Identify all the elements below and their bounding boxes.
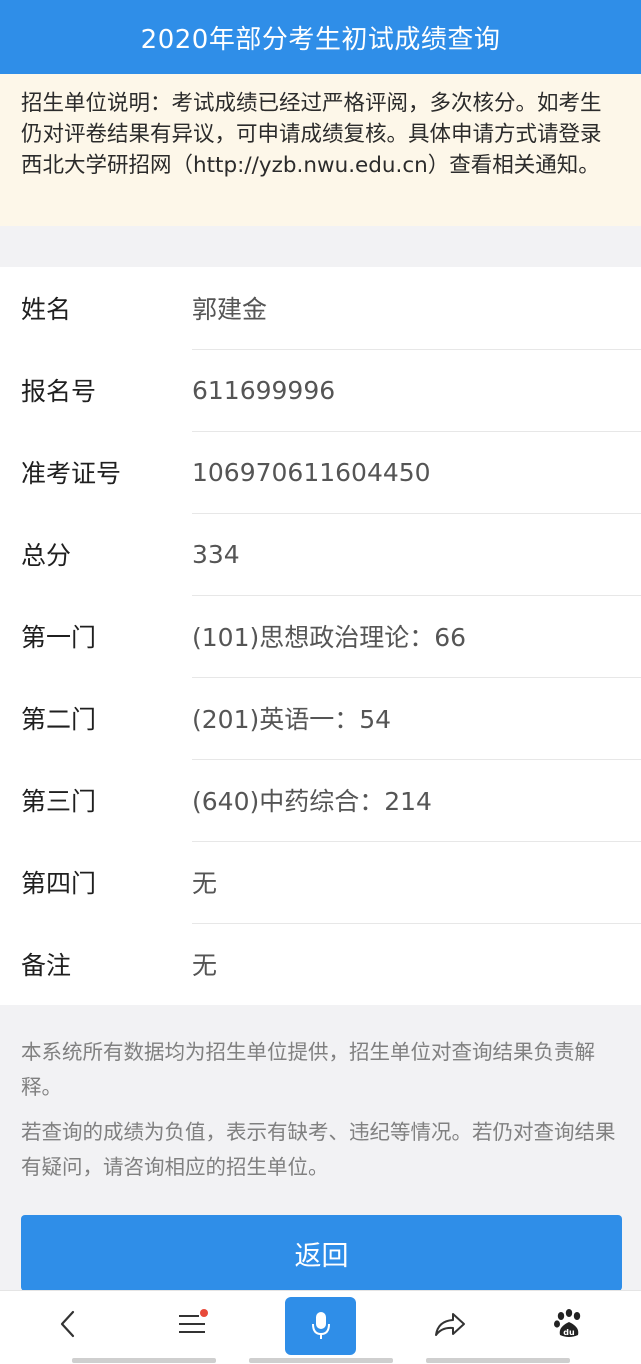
menu-icon[interactable] [152, 1291, 232, 1357]
footnotes: 本系统所有数据均为招生单位提供，招生单位对查询结果负责解释。 若查询的成绩为负值… [21, 1035, 625, 1195]
row-label: 报名号 [21, 377, 97, 406]
tab-strip [249, 1358, 393, 1363]
tab-strip [426, 1358, 570, 1363]
row-subject-2: 第二门 (201)英语一：54 [0, 677, 641, 759]
row-value: 334 [192, 539, 240, 569]
row-value: 郭建金 [192, 295, 268, 324]
notification-dot [200, 1309, 208, 1317]
row-value: 无 [192, 951, 218, 980]
page-title: 2020年部分考生初试成绩查询 [140, 24, 501, 55]
row-label: 第三门 [21, 787, 97, 816]
row-label: 第二门 [21, 705, 97, 734]
notice-panel: 招生单位说明：考试成绩已经过严格评阅，多次核分。如考生仍对评卷结果有异议，可申请… [0, 74, 641, 226]
row-label: 准考证号 [21, 459, 122, 488]
row-subject-1: 第一门 (101)思想政治理论：66 [0, 595, 641, 677]
row-remarks: 备注 无 [0, 923, 641, 1005]
svg-text:du: du [563, 1328, 575, 1337]
voice-search-button[interactable] [285, 1297, 356, 1355]
row-total-score: 总分 334 [0, 513, 641, 595]
row-value: (101)思想政治理论：66 [192, 623, 467, 652]
footnote-data-source: 本系统所有数据均为招生单位提供，招生单位对查询结果负责解释。 [21, 1040, 595, 1099]
notice-text: 招生单位说明：考试成绩已经过严格评阅，多次核分。如考生仍对评卷结果有异议，可申请… [21, 91, 602, 178]
row-subject-4: 第四门 无 [0, 841, 641, 923]
row-registration-number: 报名号 611699996 [0, 349, 641, 431]
row-value: (201)英语一：54 [192, 705, 392, 734]
baidu-paw-icon[interactable]: du [529, 1291, 609, 1357]
row-label: 姓名 [21, 295, 72, 324]
browser-bottom-bar: du [0, 1290, 641, 1364]
row-admission-ticket-number: 准考证号 106970611604450 [0, 431, 641, 513]
row-label: 第一门 [21, 623, 97, 652]
microphone-icon [311, 1312, 330, 1339]
score-info-list: 姓名 郭建金 报名号 611699996 准考证号 10697061160445… [0, 267, 641, 1005]
share-icon[interactable] [410, 1291, 490, 1357]
footnote-negative-score: 若查询的成绩为负值，表示有缺考、违纪等情况。若仍对查询结果有疑问，请咨询相应的招… [21, 1120, 616, 1179]
row-value: 611699996 [192, 375, 336, 405]
app-header: 2020年部分考生初试成绩查询 [0, 0, 641, 74]
row-label: 备注 [21, 951, 72, 980]
back-button[interactable]: 返回 [21, 1215, 622, 1291]
row-value: (640)中药综合：214 [192, 787, 432, 816]
row-label: 第四门 [21, 869, 97, 898]
row-subject-3: 第三门 (640)中药综合：214 [0, 759, 641, 841]
row-value: 无 [192, 869, 218, 898]
row-label: 总分 [21, 541, 72, 570]
back-arrow-icon[interactable] [28, 1291, 108, 1357]
tab-strip [72, 1358, 216, 1363]
row-name: 姓名 郭建金 [0, 267, 641, 349]
row-value: 106970611604450 [192, 457, 431, 487]
